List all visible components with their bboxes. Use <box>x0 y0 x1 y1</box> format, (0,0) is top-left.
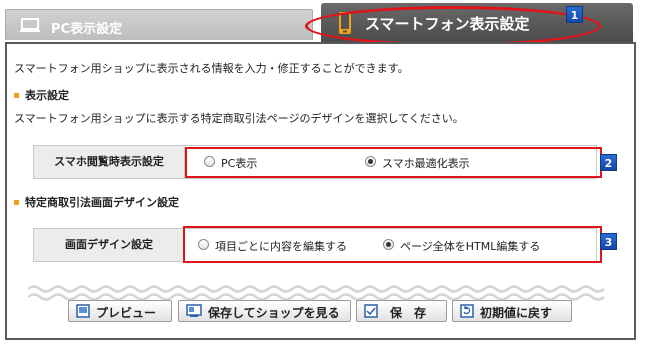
monitor-icon <box>20 18 40 36</box>
save-and-view-shop-button[interactable]: 保存してショップを見る <box>178 300 351 322</box>
save-view-icon <box>186 304 202 321</box>
tab-pc-display-settings[interactable]: PC表示設定 <box>5 9 313 40</box>
annotation-badge-2: 2 <box>600 154 617 171</box>
display-section-title: 表示設定 <box>14 87 69 103</box>
preview-button-label: プレビュー <box>96 306 157 320</box>
display-section-description: スマートフォン用ショップに表示する特定商取引法ページのデザインを選択してください… <box>14 112 464 125</box>
section-marker <box>14 92 19 98</box>
save-icon <box>364 304 378 321</box>
mobile-view-setting-label: スマホ閲覧時表示設定 <box>34 146 185 178</box>
highlight-box-2 <box>185 147 602 178</box>
preview-button[interactable]: プレビュー <box>68 300 172 322</box>
highlight-ellipse <box>305 6 601 46</box>
intro-text: スマートフォン用ショップに表示される情報を入力・修正することができます。 <box>14 62 409 75</box>
annotation-badge-3: 3 <box>600 233 617 250</box>
reset-icon <box>460 304 474 321</box>
save-button-label: 保 存 <box>390 306 427 320</box>
reset-to-default-button[interactable]: 初期値に戻す <box>452 300 572 322</box>
preview-icon <box>76 304 90 321</box>
section-marker <box>14 199 19 205</box>
annotation-badge-1: 1 <box>566 6 583 23</box>
reset-to-default-label: 初期値に戻す <box>480 306 553 320</box>
tab-pc-label: PC表示設定 <box>51 22 123 37</box>
save-and-view-shop-label: 保存してショップを見る <box>208 306 340 320</box>
highlight-box-3 <box>183 226 602 263</box>
save-button[interactable]: 保 存 <box>356 300 447 322</box>
screen-design-setting-label: 画面デザイン設定 <box>34 229 185 261</box>
design-section-title: 特定商取引法画面デザイン設定 <box>14 194 179 210</box>
